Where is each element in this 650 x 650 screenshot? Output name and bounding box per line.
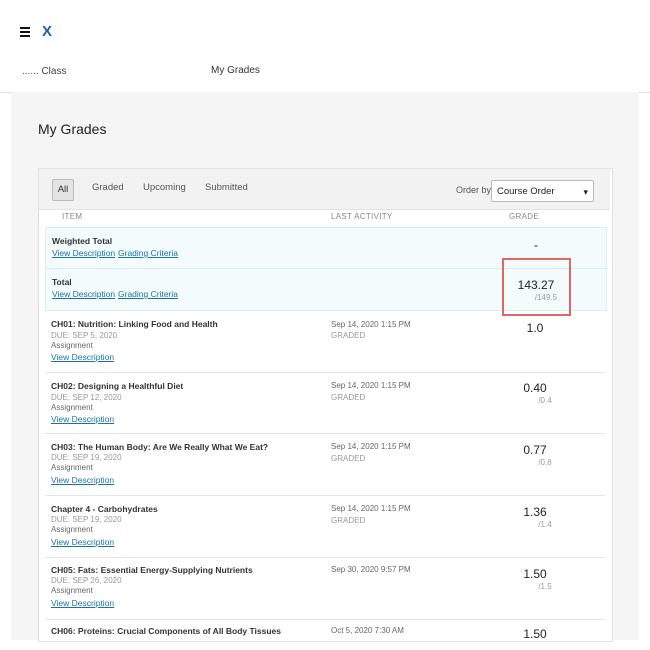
highlight-box [502,258,571,316]
row-title[interactable]: CH06: Proteins: Crucial Components of Al… [51,626,281,636]
grade-row: CH02: Designing a Healthful Diet DUE: SE… [45,372,605,434]
hamburger-menu-icon[interactable] [20,27,30,37]
due-date: DUE: SEP 12, 2020 [51,393,122,402]
view-description-link[interactable]: View Description [51,352,114,362]
view-description-link[interactable]: View Description [52,248,115,258]
grade-status: GRADED [331,454,366,463]
due-date: DUE: SEP 19, 2020 [51,515,122,524]
tab-upcoming[interactable]: Upcoming [143,182,186,193]
tab-all[interactable]: All [52,179,74,201]
last-activity: Sep 14, 2020 1:15 PM [331,381,411,390]
item-type: Assignment [51,341,93,350]
grading-criteria-link[interactable]: Grading Criteria [118,248,178,258]
item-type: Assignment [51,586,93,595]
chevron-down-icon: ▾ [583,187,588,197]
grade-status: GRADED [331,331,366,340]
grade-value: - [534,238,538,252]
grade-value: 1.36 [523,505,547,519]
page-title: My Grades [38,121,107,137]
row-title: Weighted Total [52,236,113,246]
tab-submitted[interactable]: Submitted [205,182,248,193]
grade-status: GRADED [331,393,366,402]
due-date: DUE: SEP 5, 2020 [51,331,118,340]
grade-row: CH03: The Human Body: Are We Really What… [45,434,605,496]
grade-possible: /1.4 [538,520,552,529]
last-activity: Sep 14, 2020 1:15 PM [331,504,411,513]
order-by-label: Order by: [456,185,494,195]
last-activity: Sep 30, 2020 9:57 PM [331,565,411,574]
view-description-link[interactable]: View Description [51,475,114,485]
due-date: DUE: SEP 19, 2020 [51,453,122,462]
grade-row: Chapter 4 - Carbohydrates DUE: SEP 19, 2… [45,496,605,558]
nav-my-grades[interactable]: My Grades [211,65,260,76]
grade-value: 0.40 [523,381,547,395]
grade-value: 1.50 [523,567,547,581]
last-activity: Sep 14, 2020 1:15 PM [331,320,411,329]
item-type: Assignment [51,403,93,412]
column-header-item: ITEM [62,212,83,221]
last-activity: Oct 5, 2020 7:30 AM [331,626,404,635]
order-by-value: Course Order [497,186,555,197]
view-description-link[interactable]: View Description [51,598,114,608]
order-by-select[interactable]: Course Order ▾ [491,180,594,202]
course-breadcrumb[interactable]: ...... Class [22,66,66,77]
row-title[interactable]: Chapter 4 - Carbohydrates [51,504,158,514]
grading-criteria-link[interactable]: Grading Criteria [118,289,178,299]
column-header-last-activity: LAST ACTIVITY [331,212,393,221]
view-description-link[interactable]: View Description [51,537,114,547]
top-bar: X ...... Class My Grades [0,0,650,93]
grade-value: 0.77 [523,443,547,457]
grade-row: CH05: Fats: Essential Energy-Supplying N… [45,558,605,620]
grade-possible: /0.4 [538,396,552,405]
row-title[interactable]: CH05: Fats: Essential Energy-Supplying N… [51,565,253,575]
last-activity: Sep 14, 2020 1:15 PM [331,442,411,451]
row-title[interactable]: CH01: Nutrition: Linking Food and Health [51,319,218,329]
course-crumb-label: Class [41,66,67,77]
row-title[interactable]: CH03: The Human Body: Are We Really What… [51,442,268,452]
grade-row: CH01: Nutrition: Linking Food and Health… [45,310,605,373]
item-type: Assignment [51,525,93,534]
grade-possible: /0.8 [538,458,552,467]
grade-row: CH06: Proteins: Crucial Components of Al… [45,620,605,641]
view-description-link[interactable]: View Description [51,414,114,424]
row-title: Total [52,277,72,287]
due-date: DUE: SEP 26, 2020 [51,576,122,585]
grade-value: 1.0 [526,321,544,335]
column-header-grade: GRADE [509,212,539,221]
grade-value: 1.50 [523,627,547,641]
grade-status: GRADED [331,516,366,525]
app-logo-icon[interactable]: X [42,23,52,40]
row-title[interactable]: CH02: Designing a Healthful Diet [51,381,183,391]
tab-graded[interactable]: Graded [92,182,124,193]
item-type: Assignment [51,463,93,472]
grade-possible: /1.5 [538,582,552,591]
view-description-link[interactable]: View Description [52,289,115,299]
